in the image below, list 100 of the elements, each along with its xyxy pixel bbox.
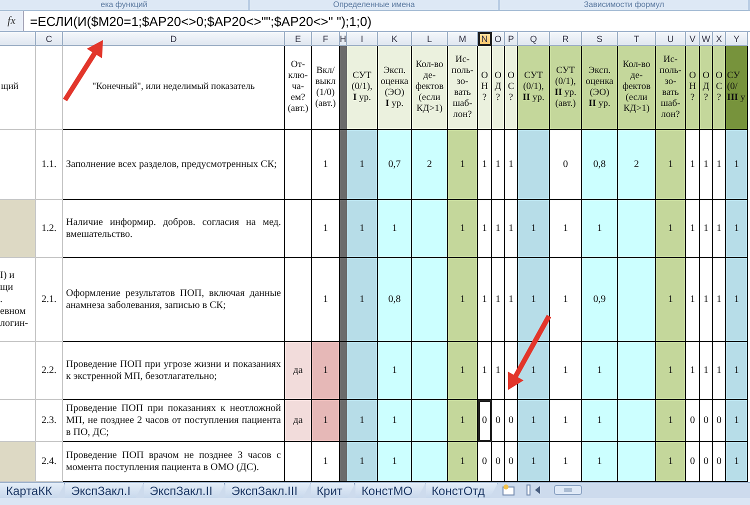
table-cell[interactable]: 1	[448, 130, 478, 200]
table-cell[interactable]: Наличие информир. добров. согласия на мед. вмешательство.	[63, 200, 285, 258]
column-header[interactable]: V	[686, 32, 700, 46]
table-cell[interactable]: 2.1.	[36, 258, 63, 342]
table-cell[interactable]: 1	[347, 442, 378, 482]
table-cell[interactable]: 2.2.	[36, 342, 63, 400]
table-cell[interactable]: 1	[656, 442, 686, 482]
table-cell[interactable]: 0	[478, 442, 492, 482]
insert-sheet-icon[interactable]	[502, 484, 516, 496]
table-cell[interactable]	[340, 130, 347, 200]
column-header[interactable]: N	[478, 32, 492, 46]
table-cell[interactable]: Заполнение всех разделов, предусмотренных СК;	[63, 130, 285, 200]
table-cell[interactable]: 0	[686, 400, 700, 442]
table-cell[interactable]	[340, 442, 347, 482]
table-cell[interactable]: 1	[686, 342, 700, 400]
table-cell[interactable]: 1	[312, 442, 340, 482]
table-cell[interactable]: 0	[505, 400, 518, 442]
table-cell[interactable]: 1	[378, 200, 412, 258]
table-cell[interactable]: 0	[713, 442, 726, 482]
table-cell[interactable]: 1	[312, 342, 340, 400]
sheet-tab[interactable]: ЭкспЗакл.III	[225, 483, 311, 498]
formula-field[interactable]: =ЕСЛИ(И($M20=1;$AP20<>0;$AP20<>"";$AP20<>" ");1;0)	[24, 14, 372, 28]
table-cell[interactable]: 1	[518, 400, 550, 442]
table-cell[interactable]: 1	[492, 200, 505, 258]
table-cell[interactable]: 1	[312, 258, 340, 342]
table-cell[interactable]	[340, 400, 347, 442]
table-cell[interactable]: да	[285, 342, 312, 400]
table-cell[interactable]: 1	[700, 130, 713, 200]
table-cell[interactable]: 0	[505, 442, 518, 482]
table-cell[interactable]: 1	[347, 200, 378, 258]
table-cell[interactable]: 0,8	[378, 258, 412, 342]
table-cell[interactable]: 1	[347, 130, 378, 200]
table-cell[interactable]: 1	[656, 258, 686, 342]
table-cell[interactable]: 1	[378, 442, 412, 482]
table-cell[interactable]: 1	[492, 258, 505, 342]
table-cell[interactable]: 1	[550, 258, 582, 342]
table-cell[interactable]: 1	[378, 400, 412, 442]
column-header[interactable]: D	[63, 32, 285, 46]
table-cell[interactable]	[347, 342, 378, 400]
table-cell[interactable]: 1	[726, 342, 748, 400]
table-cell[interactable]: 0	[700, 400, 713, 442]
table-cell[interactable]	[518, 130, 550, 200]
table-cell[interactable]: 1	[518, 342, 550, 400]
table-cell[interactable]: 1	[505, 258, 518, 342]
table-cell[interactable]: 0	[492, 400, 505, 442]
column-header[interactable]: X	[713, 32, 726, 46]
table-cell[interactable]: 1.1.	[36, 130, 63, 200]
table-cell[interactable]	[412, 342, 448, 400]
sheet-tab[interactable]: КонстОтд	[426, 483, 498, 498]
table-cell[interactable]: Проведение ПОП при показаниях к неотложной МП, не позднее 2 часов от поступления пациента в ПО, ДС;	[63, 400, 285, 442]
table-cell[interactable]: 1	[505, 200, 518, 258]
table-cell[interactable]: 1	[478, 130, 492, 200]
table-cell[interactable]: 0,9	[582, 258, 618, 342]
column-header[interactable]: Q	[518, 32, 550, 46]
table-cell[interactable]: 1	[478, 342, 492, 400]
table-cell[interactable]: 1	[686, 258, 700, 342]
table-cell[interactable]: 0	[686, 442, 700, 482]
table-cell[interactable]: 1	[700, 258, 713, 342]
sheet-tab[interactable]: ЭкспЗакл.I	[65, 483, 144, 498]
table-cell[interactable]	[412, 200, 448, 258]
table-cell[interactable]: I) и щи . евном логин-	[0, 258, 36, 342]
sheet-tab[interactable]: КонстМО	[355, 483, 426, 498]
column-header[interactable]: C	[36, 32, 63, 46]
table-cell[interactable]: 1	[550, 342, 582, 400]
table-cell[interactable]	[412, 442, 448, 482]
table-cell[interactable]: Оформление результатов ПОП, включая данные анамнеза заболевания, записью в СК;	[63, 258, 285, 342]
table-cell[interactable]: 1	[505, 130, 518, 200]
table-cell[interactable]: 1.2.	[36, 200, 63, 258]
column-header[interactable]: M	[448, 32, 478, 46]
column-header[interactable]: P	[505, 32, 518, 46]
table-cell[interactable]: 1	[700, 342, 713, 400]
table-cell[interactable]: 1	[478, 258, 492, 342]
column-header[interactable]: T	[618, 32, 656, 46]
table-cell[interactable]: 1	[582, 442, 618, 482]
table-cell[interactable]: 0	[550, 130, 582, 200]
table-cell[interactable]: 1	[582, 342, 618, 400]
table-cell[interactable]	[412, 400, 448, 442]
table-cell[interactable]	[285, 258, 312, 342]
table-cell[interactable]: 0	[713, 400, 726, 442]
column-header[interactable]: H	[340, 32, 347, 46]
table-cell[interactable]: 1	[713, 130, 726, 200]
sheet-tab[interactable]: ЭкспЗакл.II	[144, 483, 226, 498]
table-cell[interactable]	[618, 258, 656, 342]
table-cell[interactable]: 1	[656, 200, 686, 258]
table-cell[interactable]	[340, 342, 347, 400]
column-header[interactable]: I	[347, 32, 378, 46]
table-cell[interactable]: 1	[478, 200, 492, 258]
table-cell[interactable]: Проведение ПОП врачом не позднее 3 часов с момента поступления пациента в ОМО (ДС).	[63, 442, 285, 482]
table-cell[interactable]: 1	[378, 342, 412, 400]
column-header[interactable]: F	[312, 32, 340, 46]
table-cell[interactable]: 1	[448, 442, 478, 482]
table-cell[interactable]: 1	[518, 200, 550, 258]
table-cell[interactable]: 1	[518, 442, 550, 482]
table-cell[interactable]: 1	[700, 200, 713, 258]
table-cell[interactable]	[618, 442, 656, 482]
table-cell[interactable]	[340, 258, 347, 342]
table-cell[interactable]: 0,8	[582, 130, 618, 200]
table-cell[interactable]: 1	[582, 200, 618, 258]
table-cell[interactable]: 1	[713, 258, 726, 342]
column-header[interactable]: Y	[726, 32, 748, 46]
